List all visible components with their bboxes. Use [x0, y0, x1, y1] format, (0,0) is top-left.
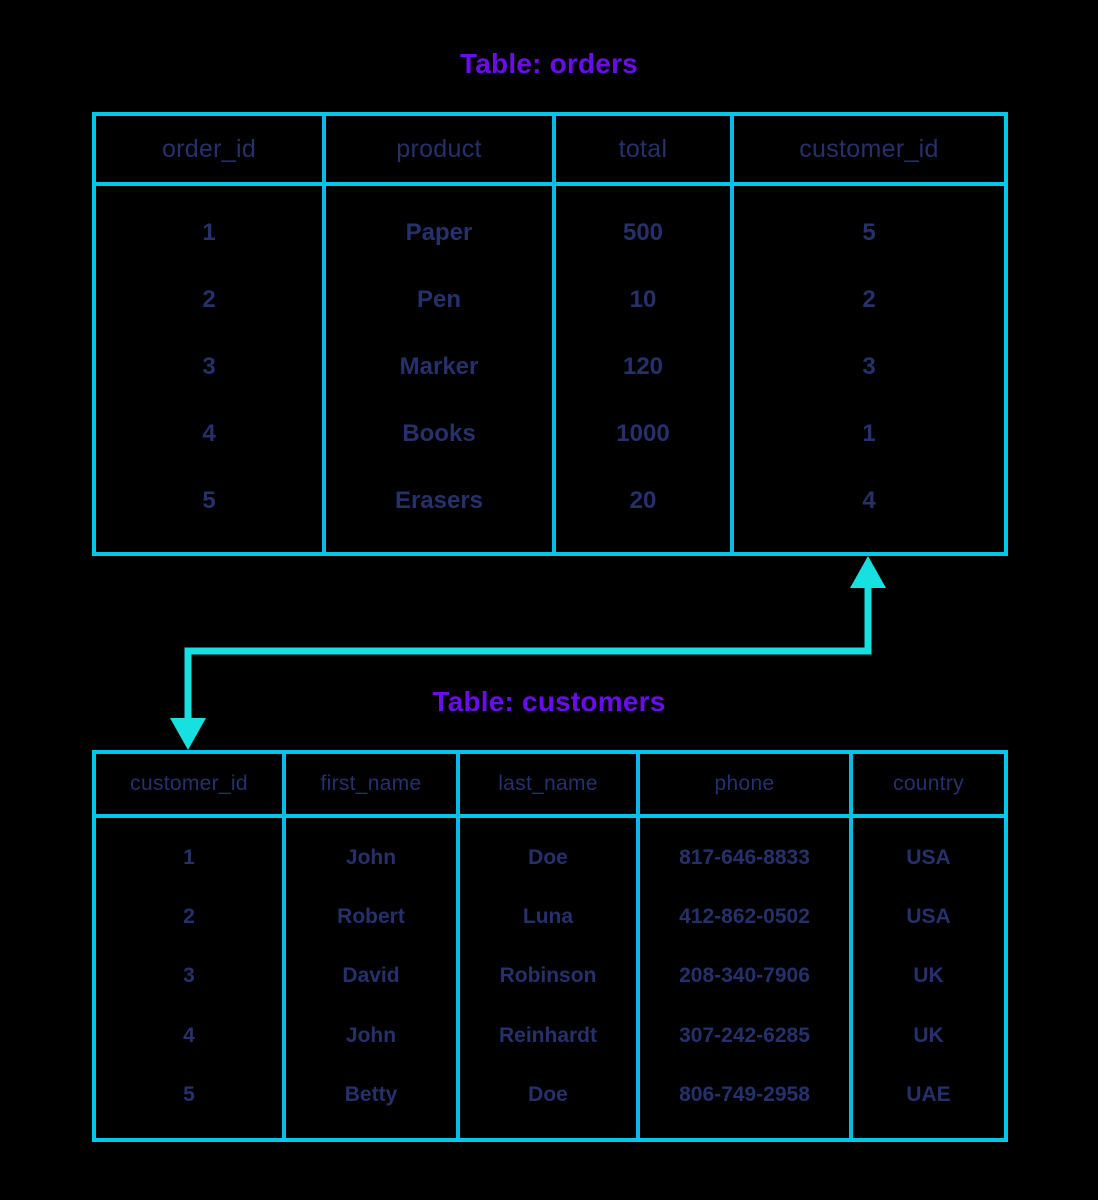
- cell-value: USA: [906, 905, 951, 929]
- customers-column-customer-id: 1 2 3 4 5: [96, 818, 282, 1138]
- cell-value: 3: [862, 352, 876, 380]
- cell-value: 2: [183, 905, 195, 929]
- cell-value: 10: [629, 286, 657, 314]
- er-diagram: Table: orders order_id product total cus…: [0, 0, 1098, 1200]
- cell-value: UK: [913, 1023, 944, 1047]
- customers-header-last-name: last_name: [456, 754, 636, 818]
- cell-value: 1: [183, 846, 195, 870]
- cell-value: David: [342, 964, 400, 988]
- orders-column-customer-id: 5 2 3 1 4: [730, 186, 1004, 552]
- cell-value: Doe: [528, 846, 568, 870]
- cell-value: 2: [202, 286, 216, 314]
- cell-value: Erasers: [394, 486, 484, 514]
- arrow-head-up-icon: [850, 556, 886, 588]
- cell-value: Robert: [337, 905, 405, 929]
- orders-header-customer-id: customer_id: [730, 116, 1004, 186]
- cell-value: 817-646-8833: [679, 846, 810, 870]
- cell-value: 120: [622, 352, 664, 380]
- cell-value: 4: [183, 1023, 195, 1047]
- orders-column-total: 500 10 120 1000 20: [552, 186, 730, 552]
- cell-value: Paper: [405, 219, 473, 247]
- cell-value: Doe: [528, 1082, 568, 1106]
- customers-column-country: USA USA UK UK UAE: [849, 818, 1004, 1138]
- orders-header-product: product: [322, 116, 552, 186]
- cell-value: Robinson: [499, 964, 597, 988]
- orders-grid: order_id product total customer_id 1 2 3…: [96, 116, 1004, 552]
- customers-table: customer_id first_name last_name phone c…: [92, 750, 1008, 1142]
- customers-header-first-name: first_name: [282, 754, 456, 818]
- customers-table-title: Table: customers: [432, 686, 666, 717]
- cell-value: 2: [862, 286, 876, 314]
- orders-header-order-id: order_id: [96, 116, 322, 186]
- cell-value: 4: [202, 419, 216, 447]
- cell-value: 5: [202, 486, 216, 514]
- customers-column-phone: 817-646-8833 412-862-0502 208-340-7906 3…: [636, 818, 849, 1138]
- orders-column-product: Paper Pen Marker Books Erasers: [322, 186, 552, 552]
- customers-column-first-name: John Robert David John Betty: [282, 818, 456, 1138]
- cell-value: 3: [202, 352, 216, 380]
- cell-value: Marker: [399, 352, 479, 380]
- cell-value: Reinhardt: [498, 1023, 597, 1047]
- cell-value: 412-862-0502: [679, 905, 810, 929]
- cell-value: 4: [862, 486, 876, 514]
- cell-value: 20: [629, 486, 657, 514]
- cell-value: 1: [202, 219, 216, 247]
- cell-value: Pen: [416, 286, 461, 314]
- cell-value: 3: [183, 964, 195, 988]
- cell-value: 307-242-6285: [679, 1023, 810, 1047]
- cell-value: John: [345, 1023, 397, 1047]
- orders-column-order-id: 1 2 3 4 5: [96, 186, 322, 552]
- cell-value: Luna: [522, 905, 574, 929]
- cell-value: UK: [913, 964, 944, 988]
- orders-header-total: total: [552, 116, 730, 186]
- cell-value: Books: [402, 419, 476, 447]
- cell-value: USA: [906, 846, 951, 870]
- cell-value: 5: [183, 1082, 195, 1106]
- cell-value: UAE: [906, 1082, 951, 1106]
- customers-header-customer-id: customer_id: [96, 754, 282, 818]
- cell-value: John: [345, 846, 397, 870]
- customers-header-country: country: [849, 754, 1004, 818]
- cell-value: 1: [862, 419, 876, 447]
- orders-table: order_id product total customer_id 1 2 3…: [92, 112, 1008, 556]
- cell-value: 806-749-2958: [679, 1082, 810, 1106]
- orders-table-title: Table: orders: [460, 48, 638, 79]
- customers-header-phone: phone: [636, 754, 849, 818]
- cell-value: 500: [622, 219, 664, 247]
- arrow-head-down-icon: [170, 718, 206, 750]
- cell-value: 5: [862, 219, 876, 247]
- cell-value: 1000: [616, 419, 670, 447]
- customers-grid: customer_id first_name last_name phone c…: [96, 754, 1004, 1138]
- customers-column-last-name: Doe Luna Robinson Reinhardt Doe: [456, 818, 636, 1138]
- cell-value: 208-340-7906: [679, 964, 810, 988]
- cell-value: Betty: [344, 1082, 398, 1106]
